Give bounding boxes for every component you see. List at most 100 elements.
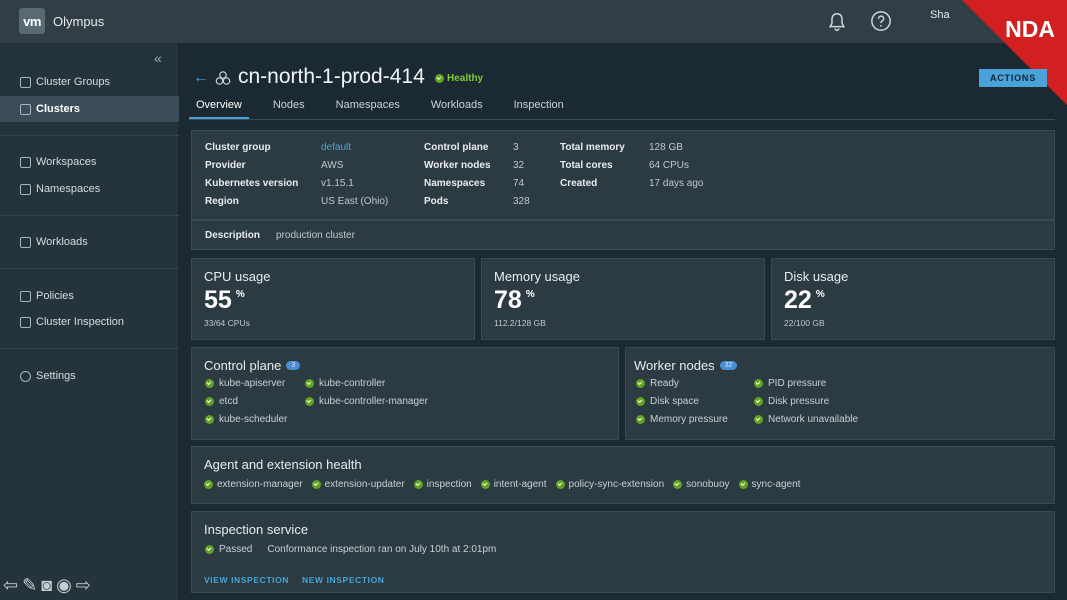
inspection-service-card: Inspection service Passed Conformance ins… [191, 511, 1055, 593]
sidebar-item-cluster-groups[interactable]: Cluster Groups [0, 69, 179, 95]
sidebar-item-label: Workspaces [36, 156, 97, 168]
agent-status: extension-updater [311, 479, 405, 490]
sidebar-item-namespaces[interactable]: Namespaces [0, 176, 179, 202]
pencil-icon[interactable]: ✎ [22, 575, 37, 596]
check-circle-icon [555, 480, 565, 489]
condition-label: Memory pressure [650, 414, 728, 425]
sidebar-item-policies[interactable]: Policies [0, 283, 179, 309]
collapse-sidebar-icon[interactable]: « [154, 50, 162, 66]
sidebar-item-cluster-inspection[interactable]: Cluster Inspection [0, 309, 179, 335]
sidebar-item-clusters[interactable]: Clusters [0, 96, 179, 122]
sidebar: « Cluster Groups Clusters Workspaces Nam… [0, 43, 179, 600]
check-circle-icon [435, 74, 444, 83]
check-circle-icon [754, 415, 763, 424]
page-title: cn-north-1-prod-414 [238, 65, 425, 88]
detail-label: Kubernetes version [205, 178, 299, 189]
sidebar-item-label: Policies [36, 290, 74, 302]
keyboard-icon[interactable]: ◙ [41, 575, 52, 596]
detail-label: Cluster group [205, 142, 271, 153]
arrow-right-icon[interactable]: ⇨ [76, 575, 91, 596]
component-label: kube-controller [319, 378, 386, 389]
sidebar-item-label: Cluster Inspection [36, 316, 125, 328]
back-arrow-icon[interactable]: ← [193, 69, 209, 87]
node-condition: Ready [636, 378, 679, 389]
agent-list: extension-manager extension-updater insp… [204, 479, 800, 490]
divider [0, 348, 179, 349]
divider [0, 268, 179, 269]
detail-value: 128 GB [649, 142, 683, 153]
arrow-left-icon[interactable]: ⇦ [3, 575, 18, 596]
vm-logo[interactable]: vm [19, 8, 45, 34]
component-status: kube-scheduler [205, 414, 287, 425]
component-label: kube-apiserver [219, 378, 286, 389]
help-icon[interactable] [870, 10, 892, 32]
metric-sub: 22/100 GB [784, 318, 825, 328]
check-circle-icon [205, 415, 214, 424]
check-circle-icon [204, 480, 213, 489]
check-circle-icon [205, 397, 214, 406]
view-inspection-button[interactable]: VIEW INSPECTION [204, 575, 289, 585]
tab-overview[interactable]: Overview [189, 99, 249, 119]
more-icon[interactable]: ◉ [56, 575, 72, 596]
agent-status: intent-agent [480, 479, 547, 490]
condition-label: Network unavailable [768, 414, 859, 425]
check-circle-icon [754, 397, 763, 406]
metric-title: CPU usage [204, 269, 271, 284]
node-condition: PID pressure [754, 378, 826, 389]
component-status: kube-controller-manager [305, 396, 428, 407]
new-inspection-button[interactable]: NEW INSPECTION [302, 575, 385, 585]
top-bar: vm Olympus Sha NDA [0, 0, 1067, 105]
metric-sub: 33/64 CPUs [204, 318, 250, 328]
tab-namespaces[interactable]: Namespaces [329, 99, 407, 119]
component-status: kube-apiserver [205, 378, 285, 389]
detail-value: 32 [513, 160, 525, 171]
card-title-text: Control plane [204, 358, 282, 373]
check-circle-icon [636, 379, 645, 388]
check-circle-icon [311, 480, 321, 489]
agent-label: inspection [426, 479, 472, 490]
agent-label: sonobuoy [686, 479, 730, 490]
metric-unit: % [525, 289, 535, 300]
sidebar-item-settings[interactable]: Settings [0, 363, 179, 389]
actions-button[interactable]: ACTIONS [979, 69, 1047, 87]
card-title: Agent and extension health [204, 457, 362, 472]
tab-inspection[interactable]: Inspection [507, 99, 571, 119]
inspection-status-label: Passed [219, 544, 253, 555]
sidebar-item-workloads[interactable]: Workloads [0, 229, 179, 255]
workspaces-icon [20, 156, 31, 168]
cluster-group-link[interactable]: default [321, 142, 351, 153]
agent-status: extension-manager [204, 479, 303, 490]
detail-value: v1.15.1 [321, 178, 354, 189]
detail-label: Region [205, 196, 239, 207]
card-title: Control plane 3 [204, 358, 301, 373]
cpu-usage-card: CPU usage 55% 33/64 CPUs [191, 258, 475, 340]
detail-label: Provider [205, 160, 246, 171]
detail-value: 17 days ago [649, 178, 704, 189]
sidebar-item-workspaces[interactable]: Workspaces [0, 149, 179, 175]
component-label: kube-controller-manager [319, 396, 428, 407]
inspection-status: Passed Conformance inspection ran on July… [205, 544, 496, 555]
check-circle-icon [673, 480, 683, 489]
condition-label: Disk space [650, 396, 699, 407]
agent-label: sync-agent [751, 479, 801, 490]
check-circle-icon [636, 397, 645, 406]
check-circle-icon [754, 379, 763, 388]
bell-icon[interactable] [826, 11, 848, 33]
detail-label: Worker nodes [424, 160, 491, 171]
detail-value: 3 [513, 142, 519, 153]
nda-watermark-text: NDA [1005, 16, 1055, 42]
detail-value: 328 [513, 196, 530, 207]
settings-icon [20, 370, 31, 382]
tab-workloads[interactable]: Workloads [424, 99, 490, 119]
check-circle-icon [480, 480, 490, 489]
app-name[interactable]: Olympus [53, 14, 104, 29]
user-menu[interactable]: Sha [930, 9, 950, 21]
detail-value: AWS [321, 160, 344, 171]
agent-label: extension-manager [217, 479, 303, 490]
metric-unit: % [815, 289, 825, 300]
metric-value: 22% [784, 286, 825, 315]
check-circle-icon [636, 415, 645, 424]
tab-nodes[interactable]: Nodes [266, 99, 312, 119]
node-condition: Memory pressure [636, 414, 728, 425]
policies-icon [20, 290, 31, 302]
